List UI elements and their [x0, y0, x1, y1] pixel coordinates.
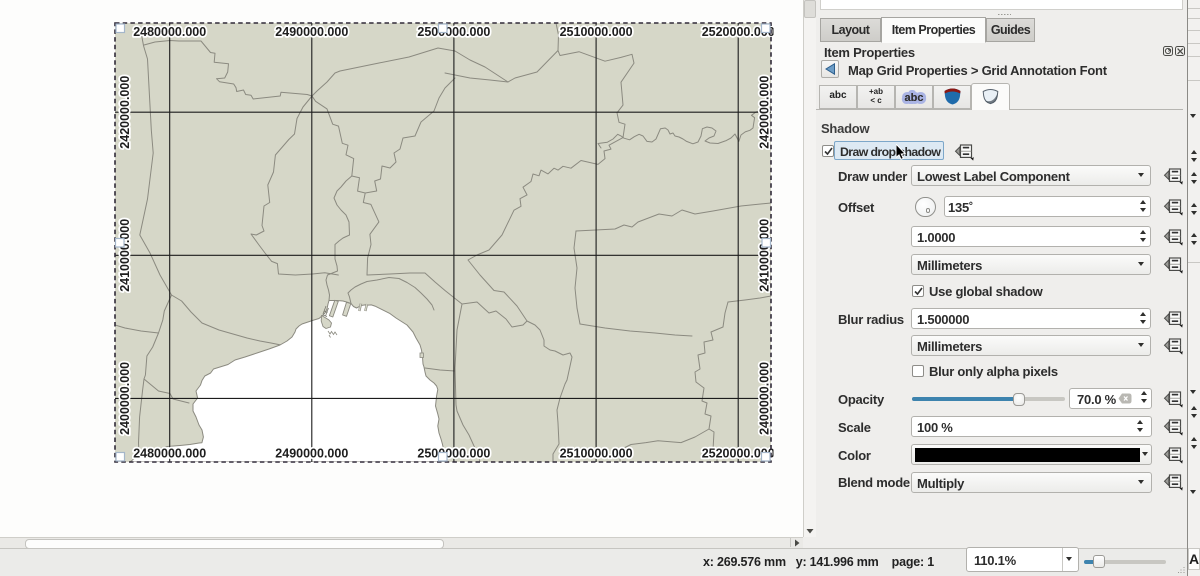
- svg-text:2410000.000: 2410000.000: [118, 219, 132, 292]
- svg-text:2510000.000: 2510000.000: [560, 447, 633, 461]
- svg-text:2490000.000: 2490000.000: [275, 447, 348, 461]
- svg-text:2410000.000: 2410000.000: [758, 219, 772, 292]
- svg-text:2510000.000: 2510000.000: [560, 25, 633, 39]
- svg-text:2500000.000: 2500000.000: [417, 25, 490, 39]
- svg-text:2490000.000: 2490000.000: [275, 25, 348, 39]
- svg-text:2500000.000: 2500000.000: [417, 447, 490, 461]
- svg-text:2420000.000: 2420000.000: [118, 76, 132, 149]
- svg-text:2400000.000: 2400000.000: [118, 362, 132, 435]
- svg-text:2480000.000: 2480000.000: [133, 447, 206, 461]
- svg-text:2480000.000: 2480000.000: [133, 25, 206, 39]
- svg-text:2400000.000: 2400000.000: [758, 362, 772, 435]
- svg-text:abc: abc: [905, 92, 924, 104]
- svg-text:2420000.000: 2420000.000: [758, 76, 772, 149]
